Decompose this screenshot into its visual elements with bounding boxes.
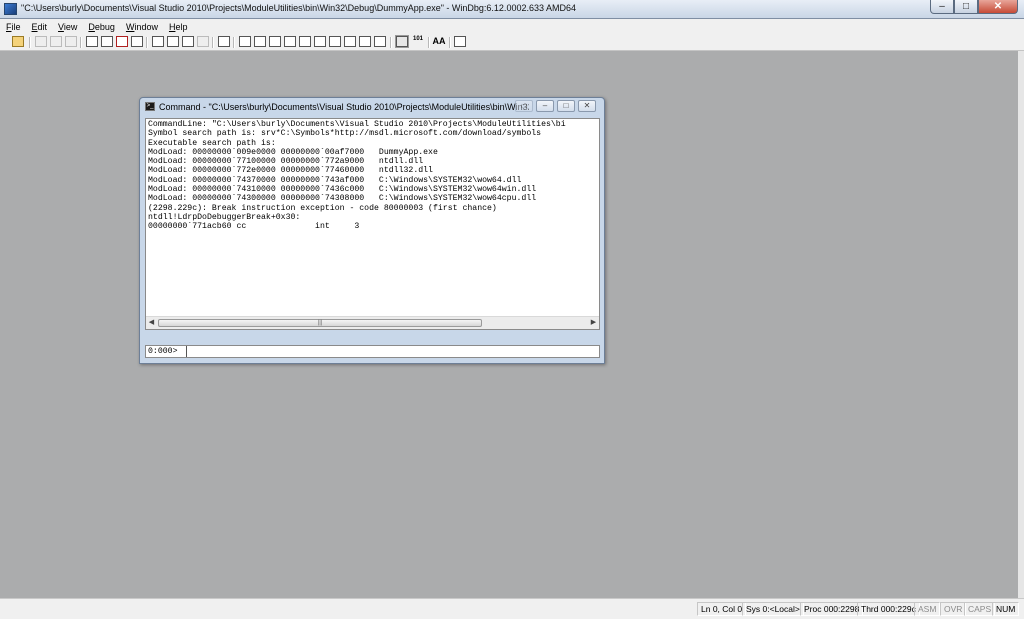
command-maximize-button[interactable]: □ (557, 100, 575, 112)
font-button[interactable]: AA (431, 36, 447, 47)
run-to-cursor-icon[interactable] (197, 36, 209, 47)
toolbar-separator (146, 37, 148, 48)
menu-window[interactable]: Window (126, 22, 158, 32)
menu-debug[interactable]: Debug (88, 22, 115, 32)
scratch-pad-icon[interactable] (344, 36, 356, 47)
watch-window-icon[interactable] (254, 36, 266, 47)
cut-icon[interactable] (35, 36, 47, 47)
output-line: ModLoad: 00000000`009e0000 00000000`00af… (148, 147, 438, 157)
command-input-row: 0:000> (145, 345, 601, 358)
windbg-app-icon[interactable] (4, 3, 17, 15)
toolbar-separator (29, 37, 31, 48)
status-bar: Ln 0, Col 0 Sys 0:<Local> Proc 000:2298 … (0, 598, 1024, 619)
horizontal-scrollbar[interactable]: ◀ ||| ▶ (146, 316, 599, 329)
restart-icon[interactable] (101, 36, 113, 47)
status-sys: Sys 0:<Local> (742, 602, 804, 616)
scroll-right-icon[interactable]: ▶ (588, 317, 599, 329)
status-ovr: OVR (940, 602, 967, 616)
toolbar: 101 AA (0, 34, 1024, 51)
call-stack-window-icon[interactable] (314, 36, 326, 47)
title-bar: "C:\Users\burly\Documents\Visual Studio … (0, 0, 1024, 19)
step-into-icon[interactable] (152, 36, 164, 47)
status-line-col: Ln 0, Col 0 (697, 602, 747, 616)
toolbar-separator (212, 37, 214, 48)
disassembly-window-icon[interactable] (329, 36, 341, 47)
copy-icon[interactable] (50, 36, 62, 47)
command-window[interactable]: >_ Command - "C:\Users\burly\Documents\V… (139, 97, 605, 364)
output-line: ntdll!LdrpDoDebuggerBreak+0x30: (148, 212, 301, 222)
command-input[interactable] (186, 346, 601, 357)
scroll-thumb[interactable]: ||| (158, 319, 482, 327)
menu-view[interactable]: View (58, 22, 77, 32)
status-asm: ASM (914, 602, 941, 616)
menu-edit[interactable]: Edit (32, 22, 48, 32)
scroll-left-icon[interactable]: ◀ (146, 317, 157, 329)
options-icon[interactable] (454, 36, 466, 47)
command-window-controls: ▭ – □ ✕ (512, 100, 596, 112)
open-folder-icon[interactable] (12, 36, 24, 47)
status-num: NUM (992, 602, 1020, 616)
source-mode-icon[interactable] (395, 35, 409, 48)
stop-debugging-icon[interactable] (116, 36, 128, 47)
options-window-icon[interactable] (374, 36, 386, 47)
close-button[interactable]: ✕ (978, 0, 1018, 14)
command-close-button[interactable]: ✕ (578, 100, 596, 112)
command-window-icon[interactable] (239, 36, 251, 47)
output-line: CommandLine: "C:\Users\burly\Documents\V… (148, 120, 566, 129)
hand-icon[interactable] (218, 36, 230, 47)
source-mode-off-button[interactable]: 101 (410, 36, 426, 47)
command-output-pane[interactable]: CommandLine: "C:\Users\burly\Documents\V… (145, 118, 600, 330)
step-over-icon[interactable] (167, 36, 179, 47)
memory-window-icon[interactable] (299, 36, 311, 47)
minimize-button[interactable]: – (930, 0, 954, 14)
menu-help[interactable]: Help (169, 22, 188, 32)
toolbar-separator (80, 37, 82, 48)
break-icon[interactable] (131, 36, 143, 47)
output-line: ModLoad: 00000000`74310000 00000000`7436… (148, 185, 537, 195)
registers-window-icon[interactable] (284, 36, 296, 47)
dock-icon[interactable]: ▭ (515, 100, 533, 112)
output-line: ModLoad: 00000000`74370000 00000000`743a… (148, 175, 522, 185)
output-line: ModLoad: 00000000`772e0000 00000000`7746… (148, 166, 433, 176)
processes-threads-icon[interactable] (359, 36, 371, 47)
window-title: "C:\Users\burly\Documents\Visual Studio … (21, 3, 576, 13)
command-window-titlebar[interactable]: >_ Command - "C:\Users\burly\Documents\V… (140, 98, 604, 117)
output-line: ModLoad: 00000000`74300000 00000000`7430… (148, 194, 537, 204)
command-window-title: Command - "C:\Users\burly\Documents\Visu… (159, 102, 529, 112)
menu-bar: File Edit View Debug Window Help (0, 19, 1024, 34)
output-line: (2298.229c): Break instruction exception… (148, 203, 497, 213)
command-prompt: 0:000> (148, 347, 178, 356)
workspace-scrollbar[interactable] (1018, 51, 1024, 598)
output-line: Symbol search path is: srv*C:\Symbols*ht… (148, 129, 542, 139)
menu-file[interactable]: File (6, 22, 21, 32)
toolbar-separator (428, 37, 430, 48)
status-proc: Proc 000:2298 (800, 602, 864, 616)
command-prompt-icon: >_ (145, 102, 155, 111)
step-out-icon[interactable] (182, 36, 194, 47)
output-line: 00000000`771acb60 cc int 3 (148, 222, 360, 232)
paste-icon[interactable] (65, 36, 77, 47)
command-minimize-button[interactable]: – (536, 100, 554, 112)
go-icon[interactable] (86, 36, 98, 47)
status-caps: CAPS (964, 602, 996, 616)
maximize-button[interactable]: □ (954, 0, 978, 14)
command-output-text: CommandLine: "C:\Users\burly\Documents\V… (148, 120, 566, 232)
toolbar-separator (449, 37, 451, 48)
window-controls: – □ ✕ (930, 0, 1018, 15)
status-thrd: Thrd 000:229c (857, 602, 920, 616)
output-line: Executable search path is: (148, 138, 276, 148)
toolbar-separator (233, 37, 235, 48)
locals-window-icon[interactable] (269, 36, 281, 47)
toolbar-separator (390, 37, 392, 48)
